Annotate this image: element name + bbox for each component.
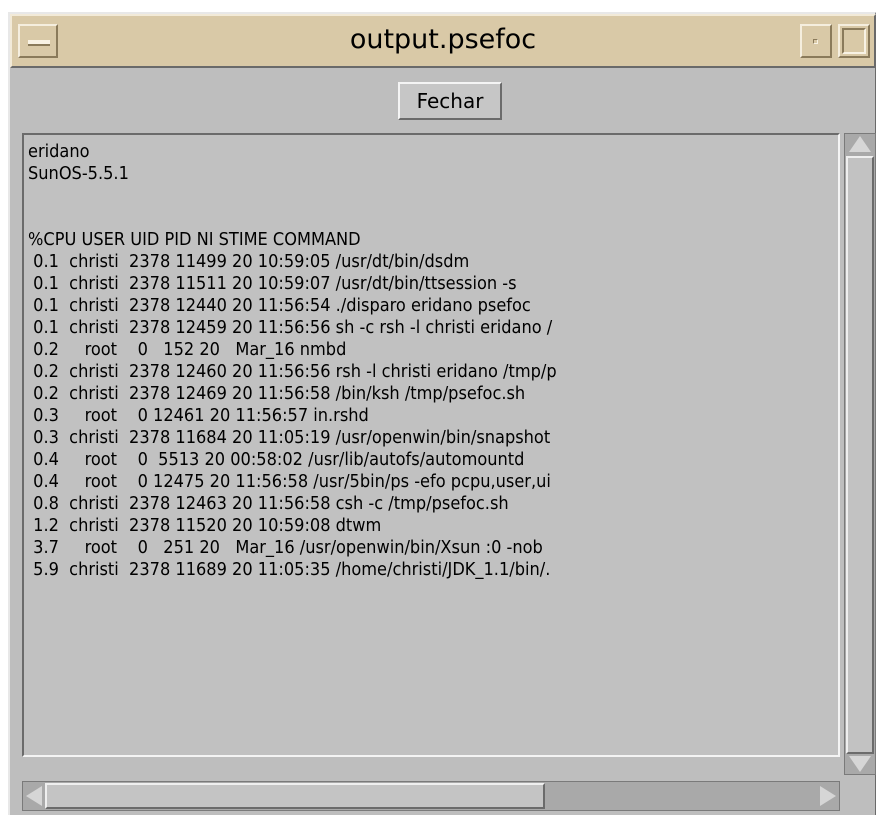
- output-window: output.psefoc Fechar eridano SunOS-5.5.1%…: [8, 12, 876, 815]
- output-line: 0.1 christi 2378 12440 20 11:56:54 ./dis…: [28, 295, 531, 316]
- output-line: 3.7 root 0 251 20 Mar_16 /usr/openwin/bi…: [28, 537, 543, 558]
- vertical-scrollbar[interactable]: [844, 133, 876, 775]
- minimize-icon: [813, 39, 818, 44]
- output-line: 0.2 christi 2378 12460 20 11:56:56 rsh -…: [28, 361, 557, 382]
- output-line: eridano: [28, 141, 90, 162]
- output-line: %CPU USER UID PID NI STIME COMMAND: [28, 229, 361, 250]
- maximize-icon: [842, 28, 866, 54]
- output-line: 0.1 christi 2378 11511 20 10:59:07 /usr/…: [28, 273, 517, 294]
- scroll-right-arrow-icon[interactable]: [820, 786, 836, 806]
- title-bar[interactable]: output.psefoc: [10, 14, 876, 68]
- output-line: 0.2 root 0 152 20 Mar_16 nmbd: [28, 339, 347, 360]
- scroll-down-arrow-icon[interactable]: [849, 756, 871, 772]
- menu-bar-icon: [28, 40, 50, 46]
- scroll-left-arrow-icon[interactable]: [26, 786, 42, 806]
- horizontal-scrollbar[interactable]: [22, 781, 840, 811]
- output-line: 0.3 christi 2378 11684 20 11:05:19 /usr/…: [28, 427, 551, 448]
- window-title: output.psefoc: [349, 24, 537, 55]
- output-line: 0.2 christi 2378 12469 20 11:56:58 /bin/…: [28, 383, 526, 404]
- scroll-up-arrow-icon[interactable]: [849, 136, 871, 152]
- output-line: 0.8 christi 2378 12463 20 11:56:58 csh -…: [28, 493, 509, 514]
- vertical-scroll-thumb[interactable]: [846, 156, 874, 754]
- horizontal-scroll-thumb[interactable]: [45, 783, 545, 809]
- output-line: 1.2 christi 2378 11520 20 10:59:08 dtwm: [28, 515, 382, 536]
- window-menu-button[interactable]: [18, 24, 58, 58]
- output-text-area[interactable]: eridano SunOS-5.5.1 %CPU USER UID PID NI S…: [22, 133, 840, 757]
- output-text: eridano SunOS-5.5.1 %CPU USER UID PID NI S…: [24, 135, 838, 581]
- minimize-button[interactable]: [800, 24, 832, 58]
- output-line: 0.3 root 0 12461 20 11:56:57 in.rshd: [28, 405, 369, 426]
- output-line: 0.1 christi 2378 11499 20 10:59:05 /usr/…: [28, 251, 470, 272]
- output-line: SunOS-5.5.1: [28, 163, 129, 184]
- maximize-button[interactable]: [838, 24, 870, 58]
- output-line: 0.4 root 0 12475 20 11:56:58 /usr/5bin/p…: [28, 471, 551, 492]
- output-line: 5.9 christi 2378 11689 20 11:05:35 /home…: [28, 559, 551, 580]
- close-button[interactable]: Fechar: [398, 82, 502, 120]
- output-line: 0.1 christi 2378 12459 20 11:56:56 sh -c…: [28, 317, 553, 338]
- output-line: 0.4 root 0 5513 20 00:58:02 /usr/lib/aut…: [28, 449, 525, 470]
